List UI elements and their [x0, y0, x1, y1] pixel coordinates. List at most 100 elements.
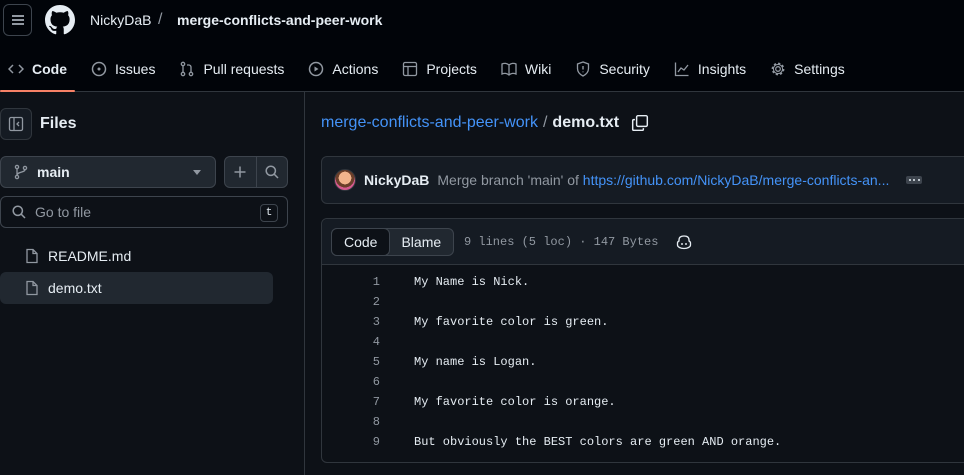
tab-pull-requests[interactable]: Pull requests	[171, 48, 292, 90]
gear-icon	[771, 62, 785, 76]
copilot-icon[interactable]	[676, 234, 692, 250]
branch-selector[interactable]: main	[0, 156, 216, 188]
search-placeholder: Go to file	[35, 204, 92, 220]
code-line: 7 My favorite color is orange.	[322, 392, 964, 412]
hamburger-icon	[11, 15, 24, 25]
copy-path-icon[interactable]	[631, 114, 649, 132]
line-number[interactable]: 6	[322, 375, 380, 389]
ellipsis-icon	[908, 179, 911, 181]
commit-message: Merge branch 'main' of https://github.co…	[437, 172, 889, 188]
line-number[interactable]: 7	[322, 395, 380, 409]
breadcrumb-repo-link[interactable]: merge-conflicts-and-peer-work	[321, 114, 538, 132]
add-file-button[interactable]	[225, 157, 256, 187]
line-text: My name is Logan.	[414, 355, 537, 369]
pull-request-icon	[181, 61, 194, 77]
line-number[interactable]: 3	[322, 315, 380, 329]
tab-issues[interactable]: Issues	[83, 48, 163, 90]
file-icon	[26, 248, 38, 264]
file-tree-item-label: demo.txt	[48, 280, 102, 296]
view-toggle: Code Blame	[331, 228, 455, 256]
go-to-file-input[interactable]: Go to file t	[0, 196, 288, 228]
avatar[interactable]	[334, 169, 356, 191]
keyboard-shortcut-hint: t	[260, 204, 278, 222]
play-icon	[309, 61, 324, 77]
graph-icon	[674, 62, 689, 77]
tab-wiki[interactable]: Wiki	[493, 48, 559, 90]
tab-issues-label: Issues	[115, 61, 156, 77]
collapse-sidebar-button[interactable]	[0, 108, 32, 140]
line-number[interactable]: 4	[322, 335, 380, 349]
code-line: 4	[322, 332, 964, 352]
line-text: But obviously the BEST colors are green …	[414, 435, 782, 449]
code-line: 9 But obviously the BEST colors are green…	[322, 432, 964, 452]
tab-pull-requests-label: Pull requests	[203, 61, 285, 77]
code-lines: 1 My Name is Nick. 2 3 My favorite color i…	[322, 265, 964, 452]
code-line: 2	[322, 292, 964, 312]
owner-link[interactable]: NickyDaB	[90, 12, 151, 28]
tab-blame-view[interactable]: Blame	[389, 229, 453, 255]
tab-wiki-label: Wiki	[524, 61, 552, 77]
file-icon	[26, 280, 38, 296]
repo-header: NickyDaB / merge-conflicts-and-peer-work…	[0, 0, 964, 92]
code-line: 8	[322, 412, 964, 432]
chevron-down-icon	[193, 170, 201, 175]
search-code-button[interactable]	[255, 157, 288, 187]
repo-nav: Code Issues Pull requests Actions Projec…	[0, 48, 861, 92]
breadcrumb-separator: /	[542, 114, 548, 131]
code-line: 6	[322, 372, 964, 392]
tab-security[interactable]: Security	[567, 48, 658, 90]
file-actions-group	[224, 156, 288, 188]
tab-code[interactable]: Code	[0, 48, 75, 92]
tab-code-view[interactable]: Code	[331, 228, 391, 256]
tab-actions-label: Actions	[332, 61, 379, 77]
menu-button[interactable]	[3, 4, 32, 36]
file-viewer: Code Blame 9 lines (5 loc) · 147 Bytes 1…	[321, 218, 964, 463]
shield-icon	[577, 61, 590, 77]
tab-insights-label: Insights	[697, 61, 747, 77]
tab-actions[interactable]: Actions	[300, 48, 386, 90]
files-heading: Files	[40, 115, 77, 132]
line-number[interactable]: 8	[322, 415, 380, 429]
line-text: My Name is Nick.	[414, 275, 530, 289]
branch-icon	[14, 164, 28, 180]
file-tree-item-demo[interactable]: demo.txt	[0, 272, 273, 304]
tab-security-label: Security	[599, 61, 650, 77]
commit-author[interactable]: NickyDaB	[364, 172, 429, 188]
book-icon	[501, 62, 517, 76]
table-icon	[403, 61, 418, 77]
line-number[interactable]: 5	[322, 355, 380, 369]
line-number[interactable]: 2	[322, 295, 380, 309]
ellipsis-icon	[913, 179, 915, 181]
commit-message-text: Merge branch 'main' of	[437, 172, 579, 188]
sidebar-collapse-icon	[8, 116, 24, 132]
code-line: 3 My favorite color is green.	[322, 312, 964, 332]
tab-projects[interactable]: Projects	[394, 48, 485, 90]
ellipsis-icon	[917, 179, 920, 181]
file-tree-sidebar: Files main Go to file t README.md demo.t…	[0, 92, 305, 475]
file-meta: 9 lines (5 loc) · 147 Bytes	[464, 235, 659, 249]
line-number[interactable]: 1	[322, 275, 380, 289]
breadcrumb-file-name: demo.txt	[552, 114, 620, 131]
tab-settings[interactable]: Settings	[762, 48, 853, 90]
repo-link[interactable]: merge-conflicts-and-peer-work	[177, 12, 382, 28]
code-icon	[8, 64, 24, 74]
expand-commit-button[interactable]	[906, 176, 922, 184]
line-text: My favorite color is green.	[414, 315, 609, 329]
tab-projects-label: Projects	[426, 61, 477, 77]
file-tree-item-label: README.md	[48, 248, 132, 264]
latest-commit-box: NickyDaB Merge branch 'main' of https://…	[321, 156, 964, 204]
file-tree-item-readme[interactable]: README.md	[0, 240, 273, 272]
plus-icon	[234, 166, 246, 178]
search-icon	[12, 205, 26, 219]
line-text: My favorite color is orange.	[414, 395, 616, 409]
github-logo-icon[interactable]	[45, 5, 75, 35]
file-viewer-header: Code Blame 9 lines (5 loc) · 147 Bytes	[322, 219, 964, 265]
file-breadcrumb: merge-conflicts-and-peer-work / demo.txt	[321, 114, 649, 132]
branch-name: main	[37, 164, 70, 180]
code-line: 1 My Name is Nick.	[322, 272, 964, 292]
issue-icon	[91, 61, 107, 77]
tab-insights[interactable]: Insights	[666, 48, 754, 90]
commit-message-link[interactable]: https://github.com/NickyDaB/merge-confli…	[583, 172, 890, 188]
code-line: 5 My name is Logan.	[322, 352, 964, 372]
line-number[interactable]: 9	[322, 435, 380, 449]
